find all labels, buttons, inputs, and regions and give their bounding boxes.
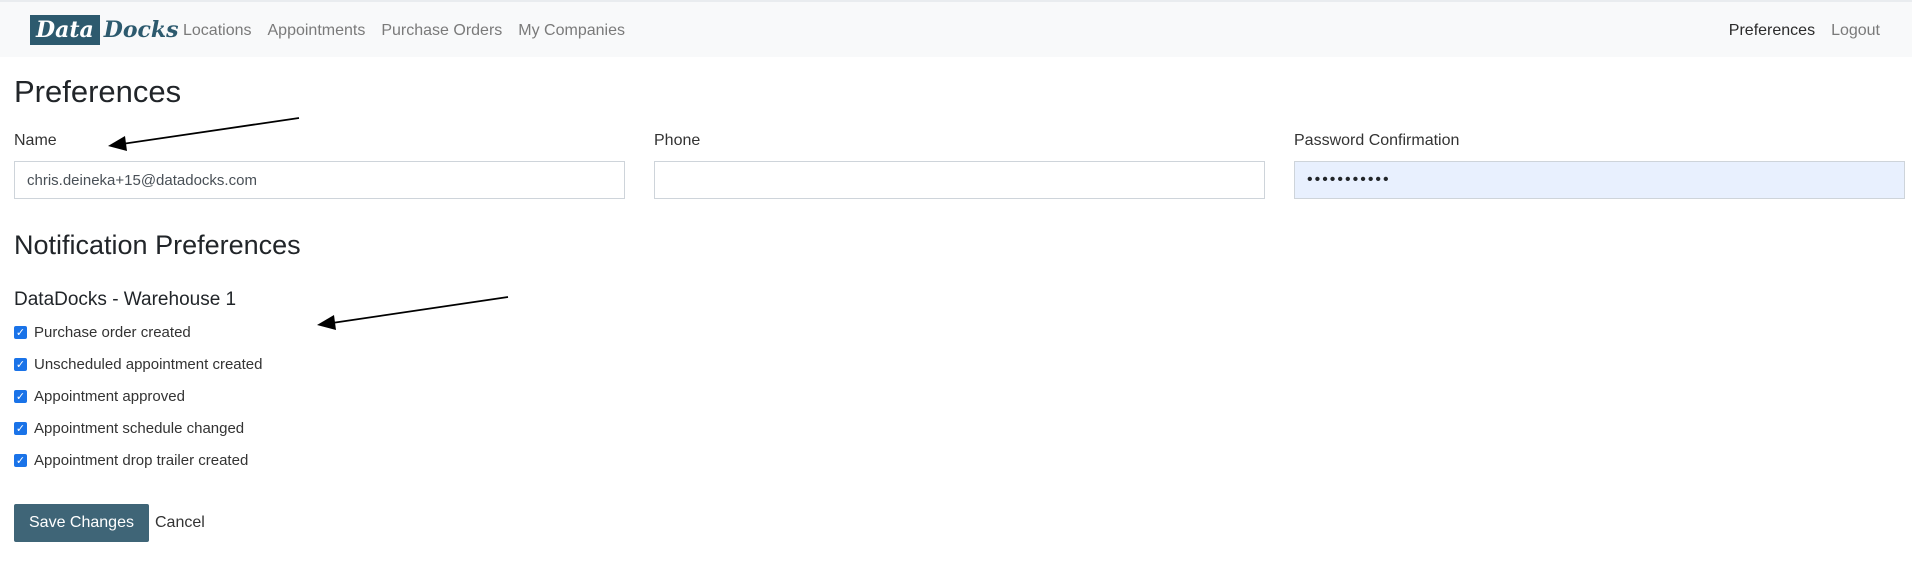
annotation-arrow-name — [108, 117, 300, 151]
phone-label: Phone — [654, 132, 701, 149]
password-confirmation-input[interactable] — [1294, 161, 1905, 199]
top-navbar: Data Docks Locations Appointments Purcha… — [0, 0, 1912, 57]
checkbox-checked-icon[interactable]: ✓ — [14, 453, 27, 467]
annotation-arrow-location — [317, 296, 509, 330]
main-nav: Locations Appointments Purchase Orders M… — [183, 2, 641, 59]
checkbox-purchase-order-created[interactable]: ✓ Purchase order created — [14, 321, 191, 343]
page: Data Docks Locations Appointments Purcha… — [0, 0, 1912, 562]
brand-logo-text: Docks — [103, 17, 179, 43]
checkbox-checked-icon[interactable]: ✓ — [14, 421, 27, 435]
user-nav: Preferences Logout — [1713, 2, 1880, 59]
nav-preferences[interactable]: Preferences — [1729, 22, 1815, 40]
save-changes-button[interactable]: Save Changes — [14, 504, 149, 542]
checkbox-label: Unscheduled appointment created — [34, 355, 263, 373]
location-name: DataDocks - Warehouse 1 — [14, 289, 237, 310]
checkbox-label: Appointment approved — [34, 387, 185, 405]
checkbox-unscheduled-appointment-created[interactable]: ✓ Unscheduled appointment created — [14, 353, 263, 375]
name-label: Name — [14, 132, 57, 149]
checkbox-label: Purchase order created — [34, 323, 191, 341]
name-input[interactable] — [14, 161, 625, 199]
annotation-arrows — [108, 117, 509, 330]
checkbox-label: Appointment drop trailer created — [34, 451, 249, 469]
brand-logo[interactable]: Data Docks — [30, 15, 179, 45]
checkbox-appointment-approved[interactable]: ✓ Appointment approved — [14, 385, 185, 407]
password-confirmation-label: Password Confirmation — [1294, 132, 1460, 149]
checkbox-checked-icon[interactable]: ✓ — [14, 389, 27, 403]
checkbox-appointment-drop-trailer-created[interactable]: ✓ Appointment drop trailer created — [14, 449, 248, 471]
nav-logout[interactable]: Logout — [1831, 22, 1880, 40]
page-title: Preferences — [14, 74, 182, 109]
cancel-link[interactable]: Cancel — [155, 504, 205, 542]
nav-locations[interactable]: Locations — [183, 22, 252, 40]
brand-logo-box: Data — [30, 15, 100, 45]
checkbox-checked-icon[interactable]: ✓ — [14, 357, 27, 371]
checkbox-appointment-schedule-changed[interactable]: ✓ Appointment schedule changed — [14, 417, 244, 439]
nav-appointments[interactable]: Appointments — [268, 22, 366, 40]
nav-my-companies[interactable]: My Companies — [518, 22, 625, 40]
notification-preferences-title: Notification Preferences — [14, 230, 301, 260]
phone-input[interactable] — [654, 161, 1265, 199]
checkbox-label: Appointment schedule changed — [34, 419, 245, 437]
checkbox-checked-icon[interactable]: ✓ — [14, 325, 27, 339]
nav-purchase-orders[interactable]: Purchase Orders — [381, 22, 502, 40]
